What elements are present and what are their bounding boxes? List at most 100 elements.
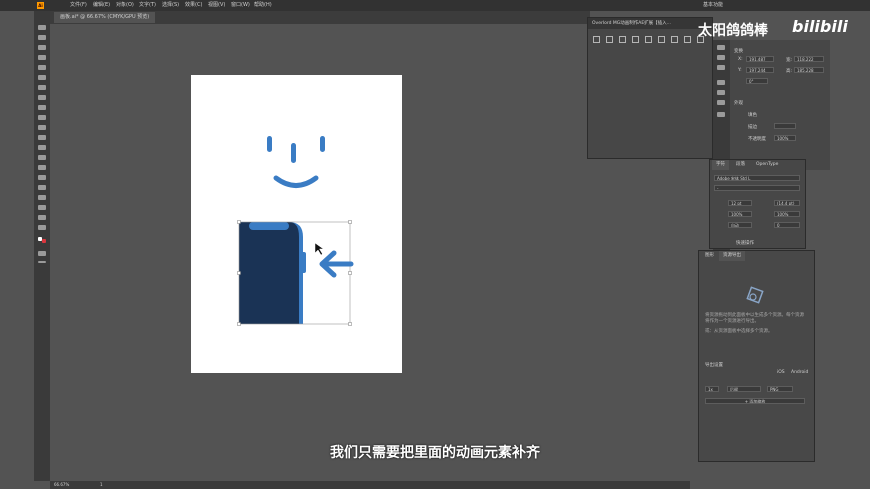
menu-window[interactable]: 窗口(W) xyxy=(231,0,250,11)
eyedropper-icon[interactable] xyxy=(38,185,46,190)
app-logo: Ai xyxy=(37,2,44,9)
brush-icon[interactable] xyxy=(38,105,46,110)
selection-icon[interactable] xyxy=(38,25,46,30)
rotate-icon[interactable] xyxy=(38,135,46,140)
eraser-icon[interactable] xyxy=(38,125,46,130)
menu-help[interactable]: 帮助(H) xyxy=(254,0,272,11)
height-field[interactable]: 185.228 xyxy=(794,67,824,73)
swatches-icon[interactable] xyxy=(717,90,725,95)
draw-mode-icon[interactable] xyxy=(38,251,46,256)
suffix-field[interactable]: 后缀 xyxy=(727,386,761,392)
angle-field[interactable]: 0° xyxy=(746,78,768,84)
text-icon[interactable] xyxy=(671,36,678,43)
overlord-panel: Overlord MG动画制作AE扩展【插入... xyxy=(587,17,713,159)
gradient-icon[interactable] xyxy=(38,175,46,180)
zoom-level[interactable]: 66.67% xyxy=(54,481,69,489)
shape-builder-icon[interactable] xyxy=(38,165,46,170)
artboard-number[interactable]: 1 xyxy=(100,481,103,489)
phone-notch xyxy=(249,222,289,230)
font-style-select[interactable]: - xyxy=(714,185,800,191)
artwork xyxy=(237,136,354,326)
select-hint: 或：从资源面板中选择多个资源。 xyxy=(705,329,773,334)
direct-selection-icon[interactable] xyxy=(38,35,46,40)
tab-graphics[interactable]: 图形 xyxy=(701,251,718,261)
font-family-select[interactable]: Adobe 宋体 Std L xyxy=(714,175,800,181)
y-label: Y: xyxy=(738,68,742,73)
image-icon[interactable] xyxy=(645,36,652,43)
color-icon[interactable] xyxy=(717,80,725,85)
transfer-icon[interactable] xyxy=(619,36,626,43)
stroke-weight-field[interactable] xyxy=(774,123,796,129)
menu-edit[interactable]: 编辑(E) xyxy=(93,0,110,11)
add-scale-button[interactable]: + 添加缩放 xyxy=(705,398,805,404)
zoom-icon[interactable] xyxy=(38,225,46,230)
layers-icon[interactable] xyxy=(632,36,639,43)
tab-character[interactable]: 字符 xyxy=(712,160,729,170)
tools-panel xyxy=(34,11,50,481)
stroke-swatch-icon[interactable] xyxy=(42,239,46,243)
brushes-icon[interactable] xyxy=(717,100,725,105)
pen-icon[interactable] xyxy=(38,55,46,60)
x-field[interactable]: 191.487 xyxy=(746,56,774,62)
menu-object[interactable]: 对象(O) xyxy=(116,0,134,11)
tab-paragraph[interactable]: 段落 xyxy=(732,160,749,170)
pencil-icon[interactable] xyxy=(38,115,46,120)
menu-effect[interactable]: 效果(C) xyxy=(185,0,202,11)
smiley-face[interactable] xyxy=(267,136,325,188)
ios-preset[interactable]: iOS xyxy=(777,370,785,375)
opacity-field[interactable]: 100% xyxy=(774,135,796,141)
align-top-icon[interactable] xyxy=(593,36,600,43)
close-x-icon[interactable] xyxy=(684,36,691,43)
properties-icon[interactable] xyxy=(717,45,725,50)
width-field[interactable]: 118.222 xyxy=(794,56,824,62)
drag-assets-icon xyxy=(746,286,764,304)
menu-bar: Ai 文件(F) 编辑(E) 对象(O) 文字(T) 选择(S) 效果(C) 视… xyxy=(0,0,870,11)
vertical-scale-field[interactable]: 100% xyxy=(728,211,752,217)
blend-icon[interactable] xyxy=(38,195,46,200)
font-size-field[interactable]: 12 pt xyxy=(728,200,752,206)
phone-body xyxy=(239,222,299,324)
format-select[interactable]: PNG xyxy=(767,386,793,392)
menu-file[interactable]: 文件(F) xyxy=(70,0,87,11)
curvature-icon[interactable] xyxy=(38,65,46,70)
arrow-left-icon[interactable] xyxy=(319,250,354,278)
line-icon[interactable] xyxy=(38,85,46,90)
document-tab[interactable]: 画板.ai* @ 66.67% (CMYK/GPU 预览) xyxy=(54,12,156,23)
y-field[interactable]: 197.244 xyxy=(746,67,774,73)
tracking-field[interactable]: 0 xyxy=(774,222,800,228)
artboard[interactable] xyxy=(191,75,402,373)
scale-icon[interactable] xyxy=(38,145,46,150)
more-tools-icon[interactable] xyxy=(38,261,46,263)
tab-opentype[interactable]: OpenType xyxy=(752,160,782,170)
menu-view[interactable]: 视图(V) xyxy=(208,0,225,11)
symbols-icon[interactable] xyxy=(717,112,725,117)
left-eye xyxy=(267,136,272,152)
stroke-label: 描边 xyxy=(748,125,757,130)
align-bottom-icon[interactable] xyxy=(606,36,613,43)
libraries-icon[interactable] xyxy=(717,65,725,70)
frame-icon[interactable] xyxy=(658,36,665,43)
rectangle-icon[interactable] xyxy=(38,95,46,100)
kerning-field[interactable]: 自动 xyxy=(728,222,752,228)
android-preset[interactable]: Android xyxy=(791,370,808,375)
artboard-icon[interactable] xyxy=(38,205,46,210)
horizontal-scale-field[interactable]: 100% xyxy=(774,211,800,217)
character-panel: 字符 段落 OpenType Adobe 宋体 Std L - 12 pt (1… xyxy=(709,159,806,249)
video-subtitle: 我们只需要把里面的动画元素补齐 xyxy=(330,445,540,461)
bilibili-logo: bilibili xyxy=(792,17,848,36)
menu-select[interactable]: 选择(S) xyxy=(162,0,179,11)
width-icon[interactable] xyxy=(38,155,46,160)
tab-asset-export[interactable]: 资源导出 xyxy=(719,251,745,261)
magic-wand-icon[interactable] xyxy=(38,45,46,50)
menu-type[interactable]: 文字(T) xyxy=(139,0,156,11)
watermark-text: 太阳鸽鸽棒 xyxy=(698,23,768,39)
workspace-switcher[interactable]: 基本功能 xyxy=(703,0,723,11)
export-settings-label: 导出设置 xyxy=(705,363,723,368)
type-icon[interactable] xyxy=(38,75,46,80)
quick-actions-label: 快速操作 xyxy=(736,241,754,246)
scale-select[interactable]: 1x xyxy=(705,386,719,392)
leading-field[interactable]: (14.4 pt) xyxy=(774,200,800,206)
layers-panel-icon[interactable] xyxy=(717,55,725,60)
mouth xyxy=(273,175,319,188)
hand-icon[interactable] xyxy=(38,215,46,220)
